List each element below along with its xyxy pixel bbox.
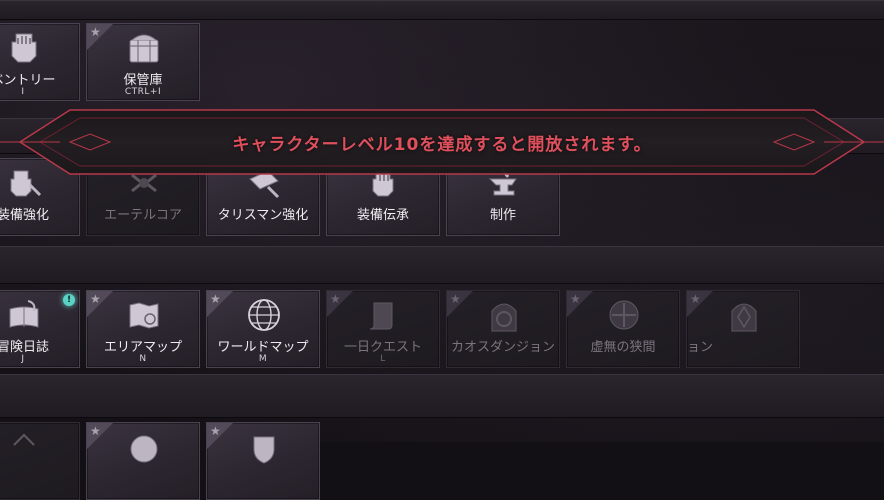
favorite-star-icon[interactable]: ★ bbox=[450, 292, 461, 306]
tile-hotkey: CTRL+I bbox=[124, 87, 162, 97]
tile-label: 保管庫 bbox=[123, 73, 163, 88]
favorite-star-icon[interactable]: ★ bbox=[570, 292, 581, 306]
unlock-message: キャラクターレベル10を達成すると開放されます。 bbox=[232, 135, 652, 155]
favorite-star-icon[interactable]: ★ bbox=[210, 424, 221, 438]
tile-void-rift[interactable]: ★ 虚無の狭間 bbox=[566, 290, 680, 368]
tile-chaos-dungeon[interactable]: ★ カオスダンジョン bbox=[446, 290, 560, 368]
favorite-star-icon[interactable]: ★ bbox=[330, 292, 341, 306]
unlock-notice-banner: キャラクターレベル10を達成すると開放されます。 bbox=[0, 108, 884, 176]
tile-label: 装備伝承 bbox=[356, 208, 409, 223]
tile-row4-2[interactable]: ★ bbox=[86, 422, 200, 500]
tile-label: ワールドマップ bbox=[217, 340, 309, 355]
favorite-star-icon[interactable]: ★ bbox=[90, 292, 101, 306]
favorite-star-icon[interactable]: ★ bbox=[690, 292, 701, 306]
tile-row4-1[interactable] bbox=[0, 422, 80, 500]
favorite-star-icon[interactable]: ★ bbox=[90, 424, 101, 438]
chaos-portal-icon bbox=[491, 303, 517, 332]
journal-quill-icon bbox=[9, 300, 39, 328]
scroll-icon bbox=[369, 302, 393, 330]
section-band-3 bbox=[0, 246, 884, 284]
tile-storage[interactable]: ★ 保管庫 CTRL+I bbox=[86, 23, 200, 101]
tile-label: 装備強化 bbox=[0, 208, 49, 223]
tile-row4-3[interactable]: ★ bbox=[206, 422, 320, 500]
globe-icon bbox=[248, 299, 280, 331]
storage-chest-icon bbox=[129, 34, 159, 63]
tile-daily-quest[interactable]: ★ 一日クエスト L bbox=[326, 290, 440, 368]
section-band-4 bbox=[0, 374, 884, 418]
area-map-icon bbox=[129, 302, 159, 329]
void-sigil-icon bbox=[609, 300, 639, 330]
tile-label: ョン bbox=[687, 340, 714, 355]
tile-adventure-journal[interactable]: ! 冒険日誌 J bbox=[0, 290, 80, 368]
tile-label: カオスダンジョン bbox=[450, 340, 555, 355]
section-band-1 bbox=[0, 0, 884, 20]
tile-label: タリスマン強化 bbox=[217, 208, 309, 223]
tile-hotkey: L bbox=[380, 354, 386, 364]
tile-hotkey: J bbox=[21, 354, 25, 364]
tile-hotkey: M bbox=[258, 354, 268, 364]
gauntlet-icon bbox=[11, 33, 37, 63]
tile-label: 一日クエスト bbox=[343, 340, 422, 355]
tile-hotkey: I bbox=[21, 87, 25, 97]
gate-icon bbox=[731, 303, 757, 332]
alert-badge-icon: ! bbox=[63, 294, 75, 306]
tile-inventory[interactable]: ベントリー I bbox=[0, 23, 80, 101]
tile-world-map[interactable]: ★ ワールドマップ M bbox=[206, 290, 320, 368]
partial-icon bbox=[13, 433, 35, 446]
favorite-star-icon[interactable]: ★ bbox=[90, 25, 101, 39]
tile-gate[interactable]: ★ ョン bbox=[686, 290, 800, 368]
tile-hotkey: N bbox=[139, 354, 147, 364]
tile-label: エーテルコア bbox=[104, 208, 182, 223]
tile-area-map[interactable]: ★ エリアマップ N bbox=[86, 290, 200, 368]
shield-emblem-icon bbox=[253, 436, 275, 464]
tile-label: エリアマップ bbox=[103, 340, 182, 355]
tile-label: 冒険日誌 bbox=[0, 340, 49, 355]
tile-label: ベントリー bbox=[0, 73, 56, 88]
round-emblem-icon bbox=[130, 435, 158, 463]
tile-label: 制作 bbox=[489, 208, 516, 223]
favorite-star-icon[interactable]: ★ bbox=[210, 292, 221, 306]
tile-label: 虚無の狭間 bbox=[590, 340, 656, 355]
